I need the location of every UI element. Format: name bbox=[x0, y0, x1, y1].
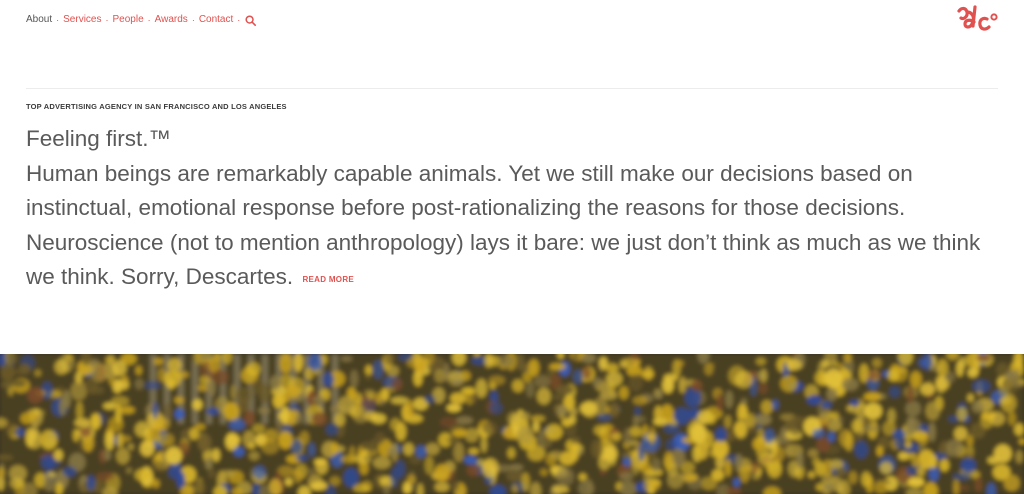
intro-body: Human beings are remarkably capable anim… bbox=[26, 160, 981, 290]
intro-text: Feeling first.™ Human beings are remarka… bbox=[26, 122, 1001, 295]
dc-logo-icon bbox=[957, 5, 998, 31]
section-divider bbox=[26, 88, 998, 89]
logo[interactable] bbox=[955, 3, 1001, 35]
nav-item-awards[interactable]: Awards bbox=[155, 14, 188, 26]
top-navigation: About · Services · People · Awards · Con… bbox=[26, 13, 257, 27]
read-more-link[interactable]: READ MORE bbox=[302, 275, 354, 285]
nav-separator: · bbox=[147, 15, 151, 25]
page: About · Services · People · Awards · Con… bbox=[0, 0, 1024, 494]
magnifier-icon bbox=[245, 14, 257, 26]
eyebrow-heading: TOP ADVERTISING AGENCY IN SAN FRANCISCO … bbox=[26, 102, 287, 111]
nav-separator: · bbox=[105, 15, 109, 25]
nav-separator: · bbox=[237, 15, 241, 25]
nav-item-services[interactable]: Services bbox=[63, 14, 101, 26]
nav-separator: · bbox=[56, 15, 60, 25]
hero-image bbox=[0, 354, 1024, 494]
headline: Feeling first.™ bbox=[26, 126, 172, 151]
nav-item-contact[interactable]: Contact bbox=[199, 14, 233, 26]
nav-item-people[interactable]: People bbox=[113, 14, 144, 26]
search-button[interactable] bbox=[245, 14, 257, 26]
nav-item-about[interactable]: About bbox=[26, 14, 52, 26]
stadium-crowd-image bbox=[0, 354, 1024, 494]
nav-separator: · bbox=[191, 15, 195, 25]
